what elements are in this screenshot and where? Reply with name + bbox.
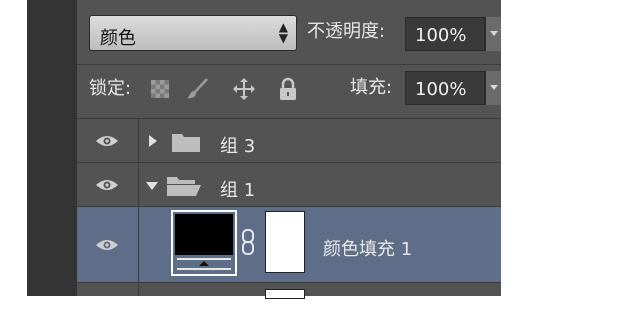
layer-name: 组 3: [220, 136, 256, 157]
open-folder-icon: [167, 177, 201, 196]
eye-icon[interactable]: [95, 177, 119, 193]
layer-mask-thumbnail: [265, 289, 305, 299]
eye-icon[interactable]: [95, 237, 119, 253]
blend-mode-select[interactable]: 颜色 ▲ ▼: [89, 15, 297, 51]
visibility-cell: [77, 207, 139, 282]
folder-icon: [172, 134, 200, 152]
collapse-arrow-icon[interactable]: [145, 181, 159, 191]
layer-name: 颜色填充 1: [323, 239, 413, 260]
layer-row-partial[interactable]: [77, 283, 501, 299]
visibility-cell: [77, 119, 139, 162]
lock-position-icon[interactable]: [232, 77, 256, 101]
fill-input[interactable]: 100%: [405, 71, 485, 105]
layer-row-group-3[interactable]: 组 3: [77, 119, 501, 163]
opacity-input[interactable]: 100%: [405, 17, 485, 51]
lock-all-icon[interactable]: [276, 77, 300, 101]
fill-label: 填充:: [350, 77, 393, 98]
visibility-cell: [77, 283, 139, 296]
link-chain-icon[interactable]: [241, 229, 255, 255]
layer-mask-thumbnail[interactable]: [265, 211, 305, 273]
select-arrows-icon: ▲ ▼: [278, 20, 288, 45]
visibility-cell: [77, 163, 139, 206]
opacity-dropdown-button[interactable]: [485, 17, 501, 51]
chevron-down-icon: [490, 31, 498, 36]
fill-layer-thumbnail[interactable]: [171, 210, 237, 276]
chevron-down-icon: [490, 85, 498, 90]
expand-arrow-icon[interactable]: [148, 134, 158, 148]
layer-row-group-1[interactable]: 组 1: [77, 163, 501, 207]
layer-row-color-fill-1[interactable]: 颜色填充 1: [77, 207, 501, 283]
fill-dropdown-button[interactable]: [485, 71, 501, 105]
blend-mode-value: 颜色: [100, 28, 136, 49]
layer-name: 组 1: [220, 180, 256, 201]
panel-gutter: [27, 0, 77, 296]
lock-image-pixels-icon[interactable]: [185, 77, 209, 101]
eye-icon[interactable]: [95, 133, 119, 149]
opacity-label: 不透明度:: [307, 21, 386, 42]
divider: [77, 64, 501, 65]
lock-transparent-pixels-icon[interactable]: [148, 77, 172, 101]
lock-label: 锁定:: [89, 78, 132, 99]
